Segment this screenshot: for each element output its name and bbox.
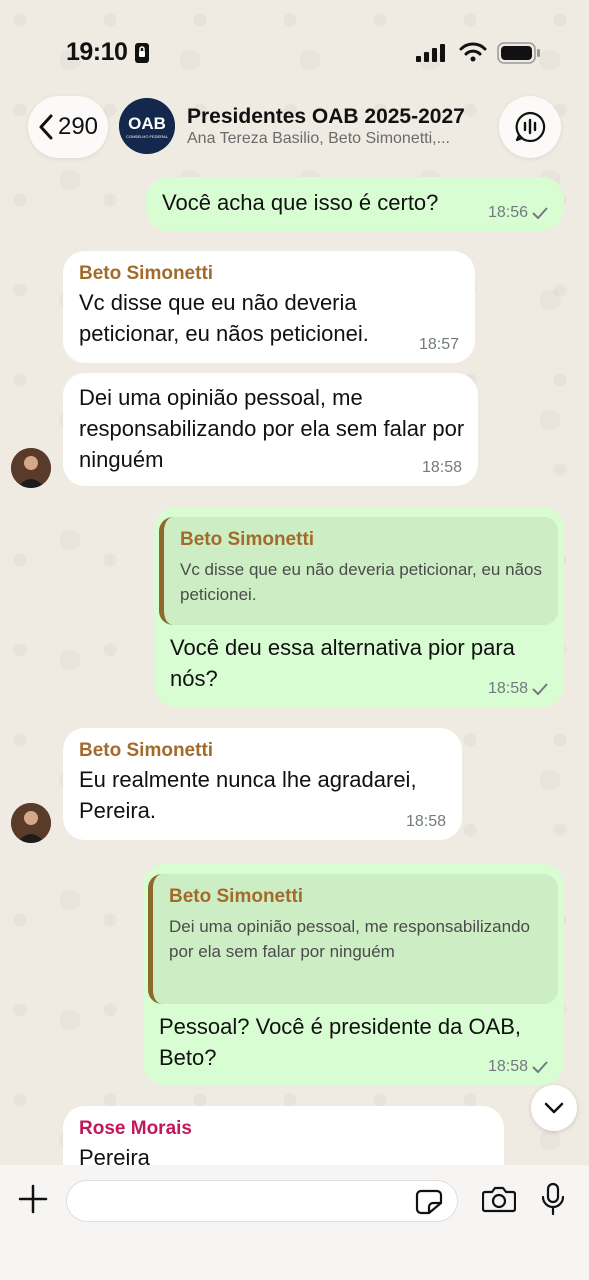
logo-subtext: CONSELHO FEDERAL [126,134,169,139]
sender-name[interactable]: Rose Morais [79,1118,488,1140]
message-text: Pereira [79,1145,150,1165]
message-time: 18:58 [421,459,462,476]
sticker-icon[interactable] [415,1189,443,1215]
message-meta: 18:58 [488,1058,548,1076]
back-button[interactable]: 290 [28,96,108,158]
battery-icon [497,42,540,64]
sent-check-icon [532,207,548,219]
camera-icon[interactable] [482,1185,516,1213]
message-bubble-outgoing[interactable]: Beto Simonetti Dei uma opinião pessoal, … [143,864,564,1085]
message-time: 18:56 [487,204,528,221]
message-meta: 18:58 [406,813,446,831]
message-meta: 18:57 [419,336,459,354]
sent-check-icon [532,1061,548,1073]
message-text: Vc disse que eu não deveria peticionar, … [79,290,369,346]
quoted-text: Dei uma opinião pessoal, me responsabili… [169,917,530,961]
chat-header: 290 OAB CONSELHO FEDERAL Presidentes OAB… [0,90,589,165]
quoted-sender: Beto Simonetti [169,886,304,907]
quoted-message[interactable]: Beto Simonetti Vc disse que eu não dever… [159,517,558,625]
sender-name[interactable]: Beto Simonetti [79,740,446,762]
group-avatar[interactable]: OAB CONSELHO FEDERAL [119,98,175,154]
oab-logo: OAB CONSELHO FEDERAL [119,98,175,154]
sent-check-icon [532,683,548,695]
avatar[interactable] [11,448,51,488]
message-bubble-incoming[interactable]: Rose Morais Pereira [63,1106,504,1165]
group-members[interactable]: Ana Tereza Basilio, Beto Simonetti,... [187,130,487,148]
message-bubble-incoming[interactable]: Beto Simonetti Vc disse que eu não dever… [63,251,475,363]
message-meta: 18:58 [488,680,548,698]
audio-wave-icon [515,111,546,143]
message-text: Eu realmente nunca lhe agradarei, Pereir… [79,767,417,823]
orientation-lock-icon [135,43,149,63]
message-bubble-outgoing[interactable]: Você acha que isso é certo? 18:56 [146,177,564,231]
status-time: 19:10 [66,38,128,66]
message-time: 18:58 [487,680,528,697]
message-text: Dei uma opinião pessoal, me responsabili… [79,385,465,472]
quoted-text: Vc disse que eu não deveria peticionar, … [180,560,542,604]
message-bubble-incoming[interactable]: Beto Simonetti Eu realmente nunca lhe ag… [63,728,462,840]
message-meta: 18:58 [422,459,462,477]
message-bubble-incoming[interactable]: Dei uma opinião pessoal, me responsabili… [63,373,478,486]
quoted-message[interactable]: Beto Simonetti Dei uma opinião pessoal, … [148,874,558,1004]
message-time: 18:58 [487,1058,528,1075]
message-composer [0,1165,589,1280]
avatar[interactable] [11,803,51,843]
message-meta: 18:56 [488,204,548,222]
sender-name[interactable]: Beto Simonetti [79,263,459,285]
chevron-left-icon [39,114,53,140]
signal-icon [416,44,445,62]
person-photo [11,803,51,843]
unread-count: 290 [57,113,99,140]
group-title[interactable]: Presidentes OAB 2025-2027 [187,105,465,129]
person-photo [11,448,51,488]
plus-icon[interactable] [18,1184,48,1214]
message-time: 18:57 [418,336,459,353]
status-bar: 19:10 [0,0,589,90]
wifi-icon [459,42,487,62]
message-time: 18:58 [405,813,446,830]
scroll-to-bottom-button[interactable] [531,1085,577,1131]
voice-chat-button[interactable] [499,96,561,158]
quoted-sender: Beto Simonetti [180,529,315,550]
logo-text: OAB [128,114,166,133]
message-bubble-outgoing[interactable]: Beto Simonetti Vc disse que eu não dever… [154,507,564,707]
chevron-down-icon [544,1102,564,1114]
message-input[interactable] [66,1180,458,1222]
microphone-icon[interactable] [541,1182,565,1216]
